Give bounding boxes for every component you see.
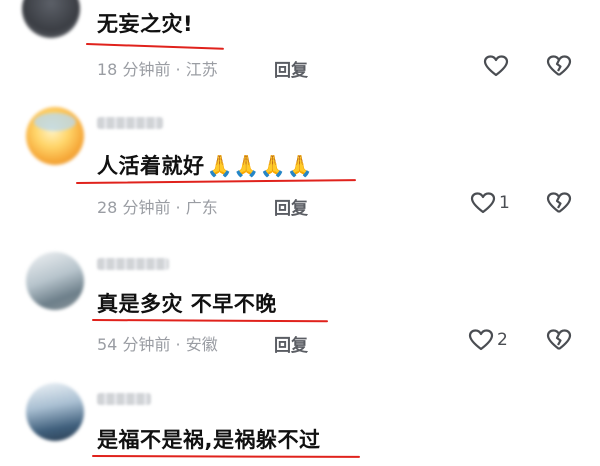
comment-meta: 28 分钟前 · 广东 bbox=[97, 198, 218, 217]
comment-text: 真是多灾 不早不晚 bbox=[97, 292, 277, 316]
user-name-blurred bbox=[97, 117, 163, 129]
comment-list: 无妄之灾! 18 分钟前 · 江苏 回复 人活着就好🙏🙏🙏🙏 28 分钟前 · … bbox=[0, 0, 600, 466]
heart-outline-icon bbox=[468, 329, 494, 351]
dislike-button[interactable] bbox=[546, 54, 572, 78]
user-name-blurred bbox=[97, 258, 169, 270]
user-name-blurred bbox=[97, 393, 151, 405]
comment-meta: 54 分钟前 · 安徽 bbox=[97, 335, 218, 354]
comment-text: 是福不是祸,是祸躲不过 bbox=[97, 428, 321, 452]
red-underline bbox=[91, 319, 329, 323]
broken-heart-icon bbox=[546, 192, 572, 213]
red-underline bbox=[85, 43, 224, 50]
heart-outline-icon bbox=[483, 55, 509, 77]
like-count: 1 bbox=[499, 193, 510, 213]
avatar[interactable] bbox=[22, 0, 80, 38]
reply-button[interactable]: 回复 bbox=[274, 56, 308, 81]
avatar[interactable] bbox=[26, 107, 84, 165]
avatar[interactable] bbox=[26, 383, 84, 441]
reply-button[interactable]: 回复 bbox=[274, 331, 308, 356]
comment-text: 无妄之灾! bbox=[97, 12, 194, 36]
heart-outline-icon bbox=[470, 192, 496, 214]
red-underline bbox=[91, 455, 361, 458]
comment-text: 人活着就好🙏🙏🙏🙏 bbox=[97, 150, 313, 180]
like-count: 2 bbox=[497, 330, 508, 350]
like-button[interactable]: 1 bbox=[470, 191, 510, 215]
like-button[interactable] bbox=[483, 54, 512, 78]
avatar[interactable] bbox=[26, 252, 84, 310]
comment-meta: 18 分钟前 · 江苏 bbox=[97, 60, 218, 79]
comment-text-body: 人活着就好 bbox=[97, 154, 205, 178]
broken-heart-icon bbox=[546, 329, 572, 350]
reply-button[interactable]: 回复 bbox=[274, 194, 308, 219]
broken-heart-icon bbox=[546, 55, 572, 76]
prayer-emoji: 🙏🙏🙏🙏 bbox=[206, 154, 314, 178]
dislike-button[interactable] bbox=[546, 328, 572, 352]
dislike-button[interactable] bbox=[546, 191, 572, 215]
like-button[interactable]: 2 bbox=[468, 328, 508, 352]
